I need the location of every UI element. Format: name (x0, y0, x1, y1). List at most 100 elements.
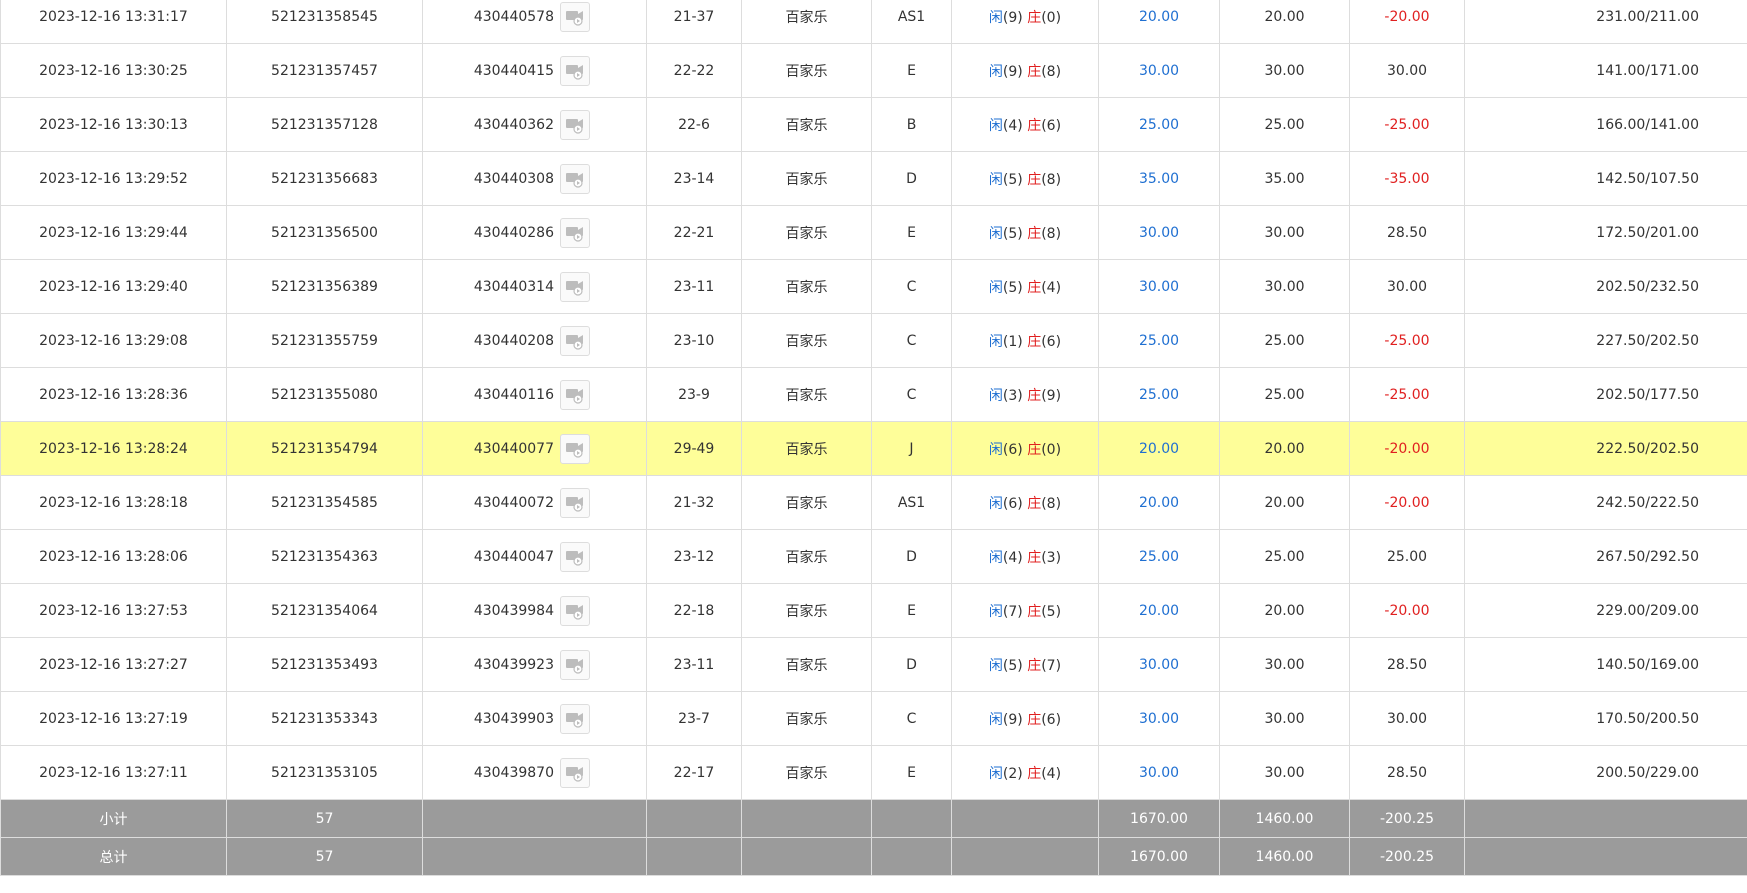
order-number: 521231353105 (226, 745, 423, 800)
game-number-cell: 430440362 (422, 97, 647, 152)
bet-amount: 30.00 (1098, 43, 1220, 98)
game-number-cell: 430440047 (422, 529, 647, 584)
replay-video-icon[interactable] (560, 271, 590, 302)
bet-time: 2023-12-16 13:27:19 (0, 691, 227, 746)
game-result: 闲(9) 庄(0) (951, 0, 1099, 44)
replay-video-icon[interactable] (560, 703, 590, 734)
replay-video-icon[interactable] (560, 1, 590, 32)
bet-amount: 30.00 (1098, 691, 1220, 746)
order-number: 521231355080 (226, 367, 423, 422)
records-body: 2023-12-16 13:31:17 521231358545 430440578… (0, 0, 1747, 876)
valid-bet: 30.00 (1219, 745, 1350, 800)
shoe-round: 22-18 (646, 583, 742, 638)
table-name: AS1 (871, 475, 952, 530)
banker-label: 庄 (1027, 9, 1042, 26)
video-camera-icon (566, 496, 583, 512)
order-number: 521231353343 (226, 691, 423, 746)
player-label: 闲 (988, 387, 1003, 404)
shoe-round: 23-11 (646, 259, 742, 314)
game-type: 百家乐 (741, 205, 872, 260)
game-result: 闲(7) 庄(5) (951, 583, 1099, 638)
replay-video-icon[interactable] (560, 541, 590, 572)
win-loss: 30.00 (1349, 691, 1465, 746)
balance-before-after: 202.50/177.50 (1464, 367, 1747, 422)
banker-label: 庄 (1027, 387, 1042, 404)
total-win: -200.25 (1349, 837, 1465, 876)
banker-score: (9) (1041, 387, 1062, 404)
game-result: 闲(2) 庄(4) (951, 745, 1099, 800)
video-camera-icon (566, 712, 583, 728)
banker-score: (7) (1041, 657, 1062, 674)
game-number-wrap: 430440116 (424, 379, 646, 410)
banker-label: 庄 (1027, 117, 1042, 134)
order-number: 521231354363 (226, 529, 423, 584)
table-name: C (871, 313, 952, 368)
game-number: 430440362 (473, 116, 554, 133)
replay-video-icon[interactable] (560, 55, 590, 86)
bet-records-table: 2023-12-16 13:31:17 521231358545 430440578… (0, 0, 1747, 876)
balance-before-after: 141.00/171.00 (1464, 43, 1747, 98)
game-number-cell: 430440072 (422, 475, 647, 530)
win-loss: -20.00 (1349, 475, 1465, 530)
replay-video-icon[interactable] (560, 433, 590, 464)
balance-before-after: 267.50/292.50 (1464, 529, 1747, 584)
replay-video-icon[interactable] (560, 487, 590, 518)
replay-video-icon[interactable] (560, 379, 590, 410)
game-number: 430440415 (473, 62, 554, 79)
replay-video-icon[interactable] (560, 163, 590, 194)
valid-bet: 20.00 (1219, 475, 1350, 530)
order-number: 521231355759 (226, 313, 423, 368)
win-loss: -20.00 (1349, 0, 1465, 44)
bet-time: 2023-12-16 13:31:17 (0, 0, 227, 44)
replay-video-icon[interactable] (560, 325, 590, 356)
valid-bet: 20.00 (1219, 583, 1350, 638)
video-camera-icon (566, 658, 583, 674)
banker-score: (8) (1041, 171, 1062, 188)
game-number-cell: 430440208 (422, 313, 647, 368)
banker-score: (4) (1041, 279, 1062, 296)
valid-bet: 35.00 (1219, 151, 1350, 206)
win-loss: 30.00 (1349, 43, 1465, 98)
bet-time: 2023-12-16 13:28:36 (0, 367, 227, 422)
game-number-cell: 430440415 (422, 43, 647, 98)
player-label: 闲 (988, 711, 1003, 728)
table-name: E (871, 745, 952, 800)
player-score: (9) (1002, 63, 1023, 80)
table-row: 2023-12-16 13:31:17 521231358545 430440578… (0, 0, 1747, 44)
player-label: 闲 (988, 279, 1003, 296)
game-number: 430440308 (473, 170, 554, 187)
total-count: 57 (226, 837, 423, 876)
game-number-wrap: 430439870 (424, 757, 646, 788)
table-name: D (871, 151, 952, 206)
order-number: 521231354794 (226, 421, 423, 476)
game-number: 430440578 (473, 8, 554, 25)
game-result: 闲(9) 庄(6) (951, 691, 1099, 746)
game-number: 430439984 (473, 602, 554, 619)
game-type: 百家乐 (741, 0, 872, 44)
bet-time: 2023-12-16 13:27:53 (0, 583, 227, 638)
banker-label: 庄 (1027, 441, 1042, 458)
valid-bet: 20.00 (1219, 0, 1350, 44)
replay-video-icon[interactable] (560, 595, 590, 626)
game-number: 430440286 (473, 224, 554, 241)
total-valid: 1460.00 (1219, 837, 1350, 876)
game-result: 闲(4) 庄(6) (951, 97, 1099, 152)
player-score: (5) (1002, 279, 1023, 296)
player-label: 闲 (988, 225, 1003, 242)
replay-video-icon[interactable] (560, 649, 590, 680)
banker-score: (4) (1041, 765, 1062, 782)
replay-video-icon[interactable] (560, 109, 590, 140)
total-label: 总计 (0, 837, 227, 876)
game-number-wrap: 430440362 (424, 109, 646, 140)
video-camera-icon (566, 766, 583, 782)
table-row: 2023-12-16 13:28:36 521231355080 430440116… (0, 367, 1747, 422)
bet-time: 2023-12-16 13:29:08 (0, 313, 227, 368)
replay-video-icon[interactable] (560, 757, 590, 788)
balance-before-after: 172.50/201.00 (1464, 205, 1747, 260)
video-camera-icon (566, 442, 583, 458)
game-number-wrap: 430440286 (424, 217, 646, 248)
game-number-wrap: 430439923 (424, 649, 646, 680)
table-row: 2023-12-16 13:27:53 521231354064 430439984… (0, 583, 1747, 638)
game-type: 百家乐 (741, 691, 872, 746)
replay-video-icon[interactable] (560, 217, 590, 248)
